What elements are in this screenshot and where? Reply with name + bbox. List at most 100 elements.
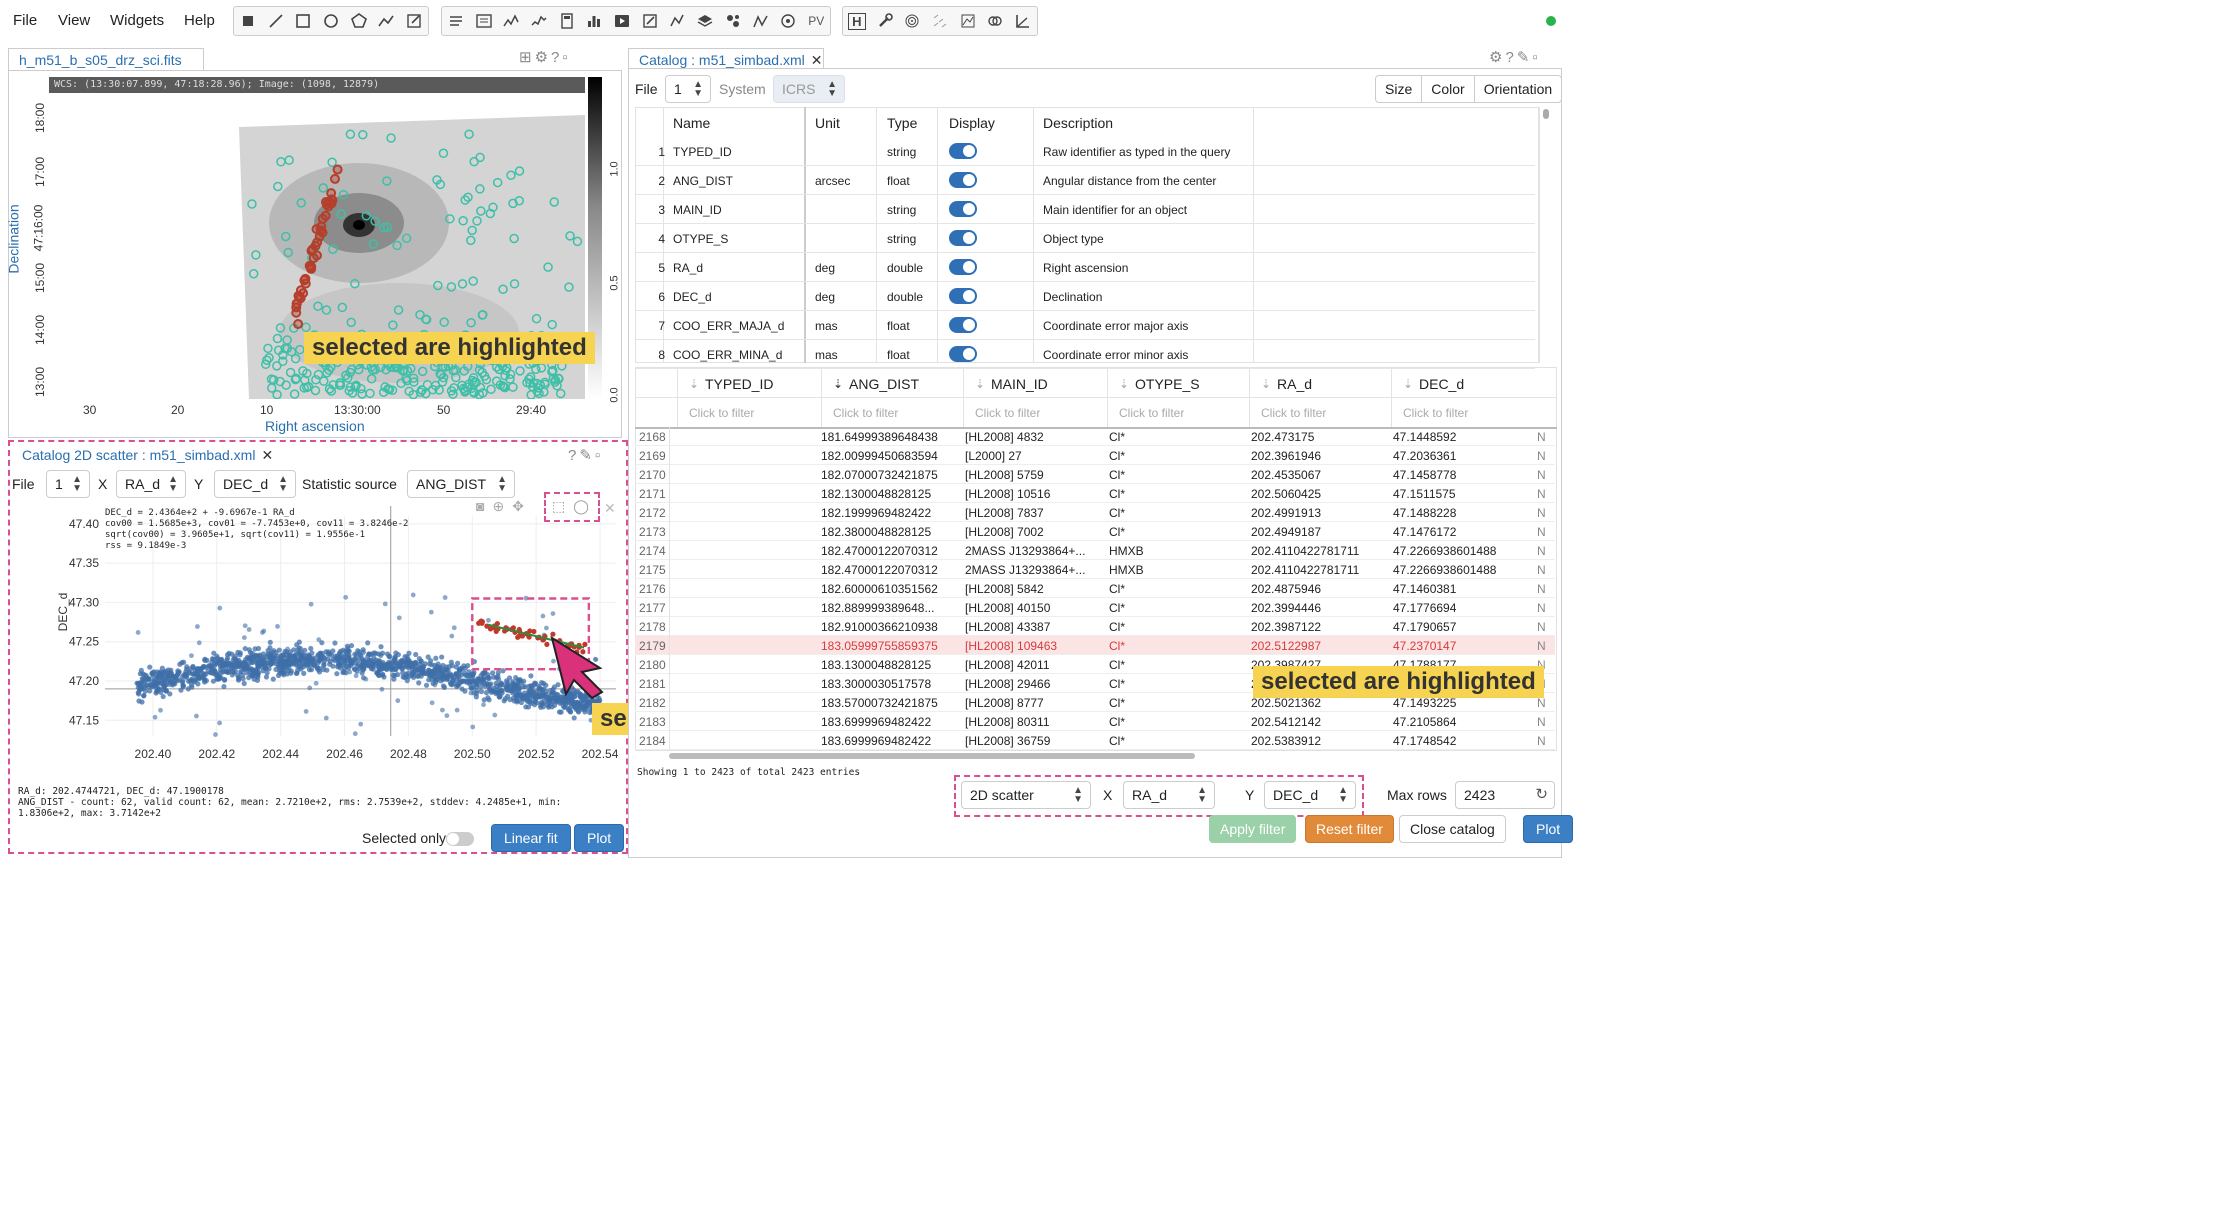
- angle-icon[interactable]: [1009, 7, 1037, 35]
- orientation-button[interactable]: Orientation: [1475, 76, 1561, 102]
- table-row[interactable]: 2177 182.889999389648... [HL2008] 40150 Cl*…: [635, 598, 1555, 617]
- settings-icon[interactable]: ⚙: [535, 49, 551, 66]
- file-select[interactable]: 1 ▲ ▼: [46, 470, 90, 498]
- table-row-selected[interactable]: 2179 183.05999755859375 [HL2008] 109463 Cl*…: [635, 636, 1555, 655]
- zoom-icon[interactable]: ⊕: [492, 498, 512, 514]
- y-select[interactable]: DEC_d ▲ ▼: [214, 470, 296, 498]
- y-column-select[interactable]: DEC_d ▲ ▼: [1264, 781, 1356, 809]
- column-filter[interactable]: Click to filter: [1261, 406, 1326, 420]
- pan-icon[interactable]: ✥: [512, 498, 532, 514]
- help-icon[interactable]: ?: [551, 49, 562, 66]
- table-row[interactable]: 2184 183.6999969482422 [HL2008] 36759 Cl* 20…: [635, 731, 1555, 750]
- box-icon[interactable]: [289, 7, 317, 35]
- column-filter[interactable]: Click to filter: [975, 406, 1040, 420]
- data-col-header[interactable]: RA_d: [1277, 376, 1312, 392]
- system-select[interactable]: ICRS ▲ ▼: [773, 75, 845, 103]
- histogram-icon[interactable]: [581, 7, 609, 35]
- menu-help[interactable]: Help: [184, 12, 215, 29]
- pin-icon[interactable]: ✎: [1517, 49, 1533, 66]
- display-toggle[interactable]: [949, 143, 977, 159]
- line-profile-icon[interactable]: [497, 7, 525, 35]
- table-row[interactable]: 2175 182.47000122070312 2MASS J13293864+..…: [635, 560, 1555, 579]
- channel-map-icon[interactable]: [982, 7, 1010, 35]
- max-rows-input[interactable]: 2423 ↻: [1455, 781, 1555, 809]
- polyline-icon[interactable]: [373, 7, 401, 35]
- horizontal-scrollbar[interactable]: [669, 753, 1195, 759]
- data-col-header[interactable]: ANG_DIST: [849, 376, 919, 392]
- pin-icon[interactable]: ✎: [579, 447, 595, 464]
- fit-profile-icon[interactable]: [747, 7, 775, 35]
- scrollbar[interactable]: [1543, 109, 1549, 119]
- settings-icon[interactable]: ⚙: [1489, 49, 1505, 66]
- refresh-icon[interactable]: ↻: [1535, 785, 1548, 803]
- close-catalog-button[interactable]: Close catalog: [1399, 815, 1506, 843]
- header-icon[interactable]: [442, 7, 470, 35]
- maximize-icon[interactable]: ▫: [562, 49, 570, 66]
- data-col-header[interactable]: DEC_d: [1419, 376, 1464, 392]
- display-toggle[interactable]: [949, 172, 977, 188]
- statistic-source-select[interactable]: ANG_DIST ▲ ▼: [407, 470, 515, 498]
- column-filter[interactable]: Click to filter: [689, 406, 754, 420]
- sources-icon[interactable]: [719, 7, 747, 35]
- display-toggle[interactable]: [949, 230, 977, 246]
- moment-icon[interactable]: [954, 7, 982, 35]
- reset-filter-button[interactable]: Reset filter: [1305, 815, 1394, 843]
- display-toggle[interactable]: [949, 259, 977, 275]
- pv-button[interactable]: PV: [802, 7, 830, 35]
- selected-only-toggle[interactable]: [446, 832, 474, 846]
- table-row[interactable]: 2170 182.07000732421875 [HL2008] 5759 Cl* 20…: [635, 465, 1555, 484]
- plot-type-select[interactable]: 2D scatter ▲ ▼: [961, 781, 1091, 809]
- lasso-select-icon[interactable]: ◯: [573, 498, 597, 514]
- menu-view[interactable]: View: [58, 12, 90, 29]
- fits-header-button[interactable]: H: [843, 7, 871, 35]
- menu-widgets[interactable]: Widgets: [110, 12, 164, 29]
- display-toggle[interactable]: [949, 288, 977, 304]
- close-icon[interactable]: ✕: [811, 52, 823, 68]
- sort-icon[interactable]: ⇣: [833, 377, 843, 391]
- sort-icon[interactable]: ⇣: [1119, 377, 1129, 391]
- tab-scatter[interactable]: Catalog 2D scatter : m51_simbad.xml ✕: [12, 444, 274, 468]
- table-row[interactable]: 2173 182.3800048828125 [HL2008] 7002 Cl* 202…: [635, 522, 1555, 541]
- table-row[interactable]: 2172 182.1999969482422 [HL2008] 7837 Cl* 202…: [635, 503, 1555, 522]
- sort-icon[interactable]: ⇣: [689, 377, 699, 391]
- tab-image-viewer[interactable]: h_m51_b_s05_drz_sci.fits: [8, 48, 204, 72]
- movie-icon[interactable]: [608, 7, 636, 35]
- circle-icon[interactable]: [317, 7, 345, 35]
- line-icon[interactable]: [262, 7, 290, 35]
- spectrum-icon[interactable]: [525, 7, 553, 35]
- sort-icon[interactable]: ⇣: [1261, 377, 1271, 391]
- stats-icon[interactable]: [664, 7, 692, 35]
- apply-filter-button[interactable]: Apply filter: [1209, 815, 1297, 843]
- contour-icon[interactable]: [898, 7, 926, 35]
- display-toggle[interactable]: [949, 201, 977, 217]
- radar-icon[interactable]: [775, 7, 803, 35]
- x-column-select[interactable]: RA_d ▲ ▼: [1123, 781, 1215, 809]
- edit-icon[interactable]: [400, 7, 428, 35]
- polygon-icon[interactable]: [345, 7, 373, 35]
- column-filter[interactable]: Click to filter: [833, 406, 898, 420]
- menu-file[interactable]: File: [13, 12, 37, 29]
- display-toggle[interactable]: [949, 346, 977, 362]
- maximize-icon[interactable]: ▫: [1532, 49, 1540, 66]
- close-icon[interactable]: ✕: [261, 447, 273, 463]
- size-button[interactable]: Size: [1376, 76, 1423, 102]
- vector-field-icon[interactable]: [926, 7, 954, 35]
- annotate-icon[interactable]: [636, 7, 664, 35]
- plot-button[interactable]: Plot: [1523, 815, 1574, 843]
- data-col-header[interactable]: MAIN_ID: [991, 376, 1048, 392]
- table-row[interactable]: 2183 183.6999969482422 [HL2008] 80311 Cl* 20…: [635, 712, 1555, 731]
- help-icon[interactable]: ?: [568, 447, 579, 464]
- sort-icon[interactable]: ⇣: [1403, 377, 1413, 391]
- color-button[interactable]: Color: [1422, 76, 1475, 102]
- data-col-header[interactable]: OTYPE_S: [1135, 376, 1200, 392]
- x-select[interactable]: RA_d ▲ ▼: [116, 470, 186, 498]
- layout-icon[interactable]: ⊞: [519, 49, 535, 66]
- table-row[interactable]: 2176 182.60000610351562 [HL2008] 5842 Cl* 20…: [635, 579, 1555, 598]
- sort-icon[interactable]: ⇣: [975, 377, 985, 391]
- reset-axes-icon[interactable]: ✕: [604, 500, 616, 517]
- calculator-icon[interactable]: [553, 7, 581, 35]
- display-toggle[interactable]: [949, 317, 977, 333]
- wrench-icon[interactable]: [871, 7, 899, 35]
- help-icon[interactable]: ?: [1505, 49, 1516, 66]
- column-filter[interactable]: Click to filter: [1403, 406, 1468, 420]
